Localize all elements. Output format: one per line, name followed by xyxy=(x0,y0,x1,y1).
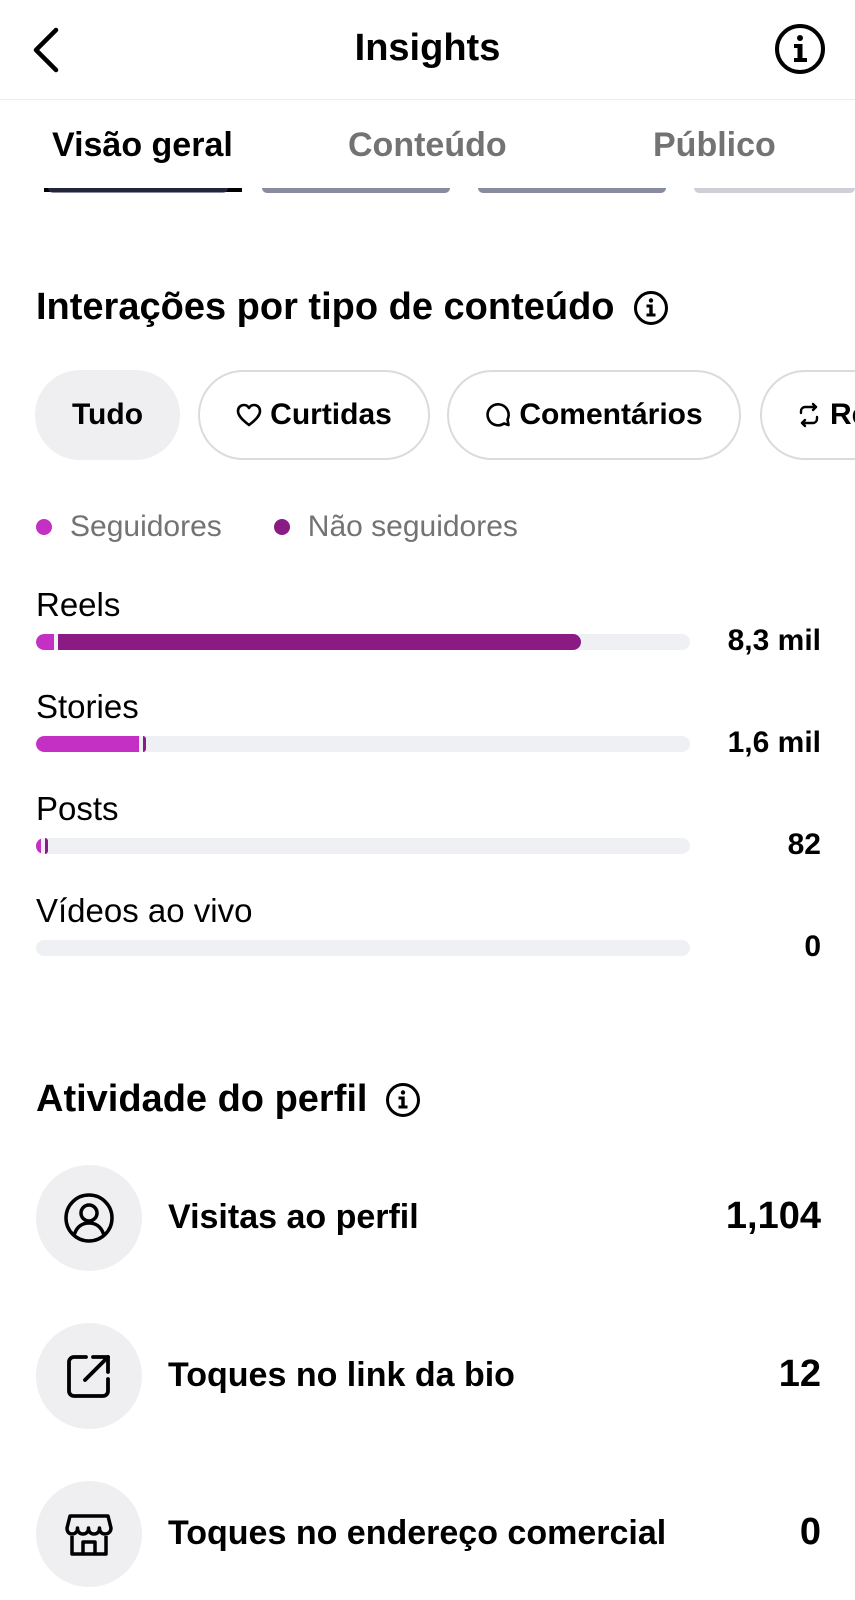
profile-activity-title-text: Atividade do perfil xyxy=(36,1078,368,1120)
bar-value: 0 xyxy=(804,930,821,963)
media-thumbnail[interactable] xyxy=(478,188,666,193)
activity-icon-bubble xyxy=(36,1323,142,1429)
legend-label: Seguidores xyxy=(70,510,222,543)
chip-comments[interactable]: Comentários xyxy=(447,370,741,460)
bar-value: 8,3 mil xyxy=(727,624,821,657)
legend-dot-non-followers xyxy=(273,519,290,535)
tab-audience[interactable]: Público xyxy=(653,126,776,165)
chart-legend: Seguidores Não seguidores xyxy=(36,510,518,544)
bar-label: Stories xyxy=(36,688,139,725)
heart-icon xyxy=(236,403,262,427)
activity-row-profile-visits[interactable]: Visitas ao perfil 1,104 xyxy=(36,1165,821,1271)
interactions-section-title: Interações por tipo de conteúdo xyxy=(36,286,669,329)
activity-row-bio-link-taps[interactable]: Toques no link da bio 12 xyxy=(36,1323,821,1429)
activity-value: 1,104 xyxy=(725,1195,821,1237)
comment-icon xyxy=(486,403,511,427)
bar-track xyxy=(36,940,690,956)
storefront-icon xyxy=(65,1514,113,1556)
activity-label: Visitas ao perfil xyxy=(168,1198,419,1236)
tab-overview[interactable]: Visão geral xyxy=(52,126,233,165)
chip-likes[interactable]: Curtidas xyxy=(198,370,430,460)
profile-activity-section-title: Atividade do perfil xyxy=(36,1078,421,1121)
activity-label: Toques no link da bio xyxy=(168,1356,515,1394)
legend-label: Não seguidores xyxy=(307,510,518,543)
user-circle-icon xyxy=(64,1193,114,1243)
bar-row-stories: Stories 1,6 mil xyxy=(36,688,821,788)
chip-label: Curtidas xyxy=(270,398,392,431)
legend-dot-followers xyxy=(36,519,52,535)
activity-label: Toques no endereço comercial xyxy=(168,1514,667,1552)
legend-item-followers: Seguidores xyxy=(36,510,222,544)
chip-label: Comentários xyxy=(519,398,703,431)
tab-content[interactable]: Conteúdo xyxy=(348,126,507,165)
bar-track xyxy=(36,736,690,752)
chip-reposts[interactable]: Re xyxy=(760,370,855,460)
media-thumbnail-strip xyxy=(0,188,855,194)
media-thumbnail[interactable] xyxy=(48,188,228,193)
chip-label: Re xyxy=(830,398,855,431)
chip-label: Tudo xyxy=(71,398,144,431)
media-thumbnail[interactable] xyxy=(262,188,450,193)
activity-row-business-address-taps[interactable]: Toques no endereço comercial 0 xyxy=(36,1481,821,1587)
media-thumbnail[interactable] xyxy=(694,188,855,193)
bar-track xyxy=(36,838,690,854)
non-followers-bar-segment xyxy=(45,838,48,854)
bar-track xyxy=(36,634,690,650)
activity-value: 0 xyxy=(799,1511,821,1553)
info-circle-icon[interactable] xyxy=(385,1082,421,1118)
info-circle-icon xyxy=(775,24,825,74)
non-followers-bar-segment xyxy=(143,736,146,752)
bar-row-reels: Reels 8,3 mil xyxy=(36,586,821,686)
bar-value: 82 xyxy=(787,828,821,861)
info-circle-icon[interactable] xyxy=(633,290,669,326)
interactions-title-text: Interações por tipo de conteúdo xyxy=(36,286,615,328)
tab-bar: Visão geral Conteúdo Público xyxy=(0,100,855,192)
activity-value: 12 xyxy=(778,1353,821,1395)
followers-bar-segment xyxy=(36,736,139,752)
bar-label: Vídeos ao vivo xyxy=(36,892,253,929)
activity-icon-bubble xyxy=(36,1481,142,1587)
filter-chips: Tudo Curtidas Comentários Re xyxy=(0,370,855,462)
info-button[interactable] xyxy=(773,22,827,76)
non-followers-bar-segment xyxy=(58,634,581,650)
external-link-icon xyxy=(67,1355,110,1398)
bar-row-posts: Posts 82 xyxy=(36,790,821,890)
legend-item-non-followers: Não seguidores xyxy=(273,510,518,544)
followers-bar-segment xyxy=(36,634,54,650)
bar-value: 1,6 mil xyxy=(727,726,821,759)
bar-row-live-videos: Vídeos ao vivo 0 xyxy=(36,892,821,992)
bar-label: Reels xyxy=(36,586,121,623)
activity-icon-bubble xyxy=(36,1165,142,1271)
repost-icon xyxy=(799,402,819,428)
page-title: Insights xyxy=(354,27,501,69)
chip-all[interactable]: Tudo xyxy=(35,370,180,460)
top-bar: Insights xyxy=(0,0,855,100)
followers-bar-segment xyxy=(36,838,41,854)
bar-label: Posts xyxy=(36,790,119,827)
